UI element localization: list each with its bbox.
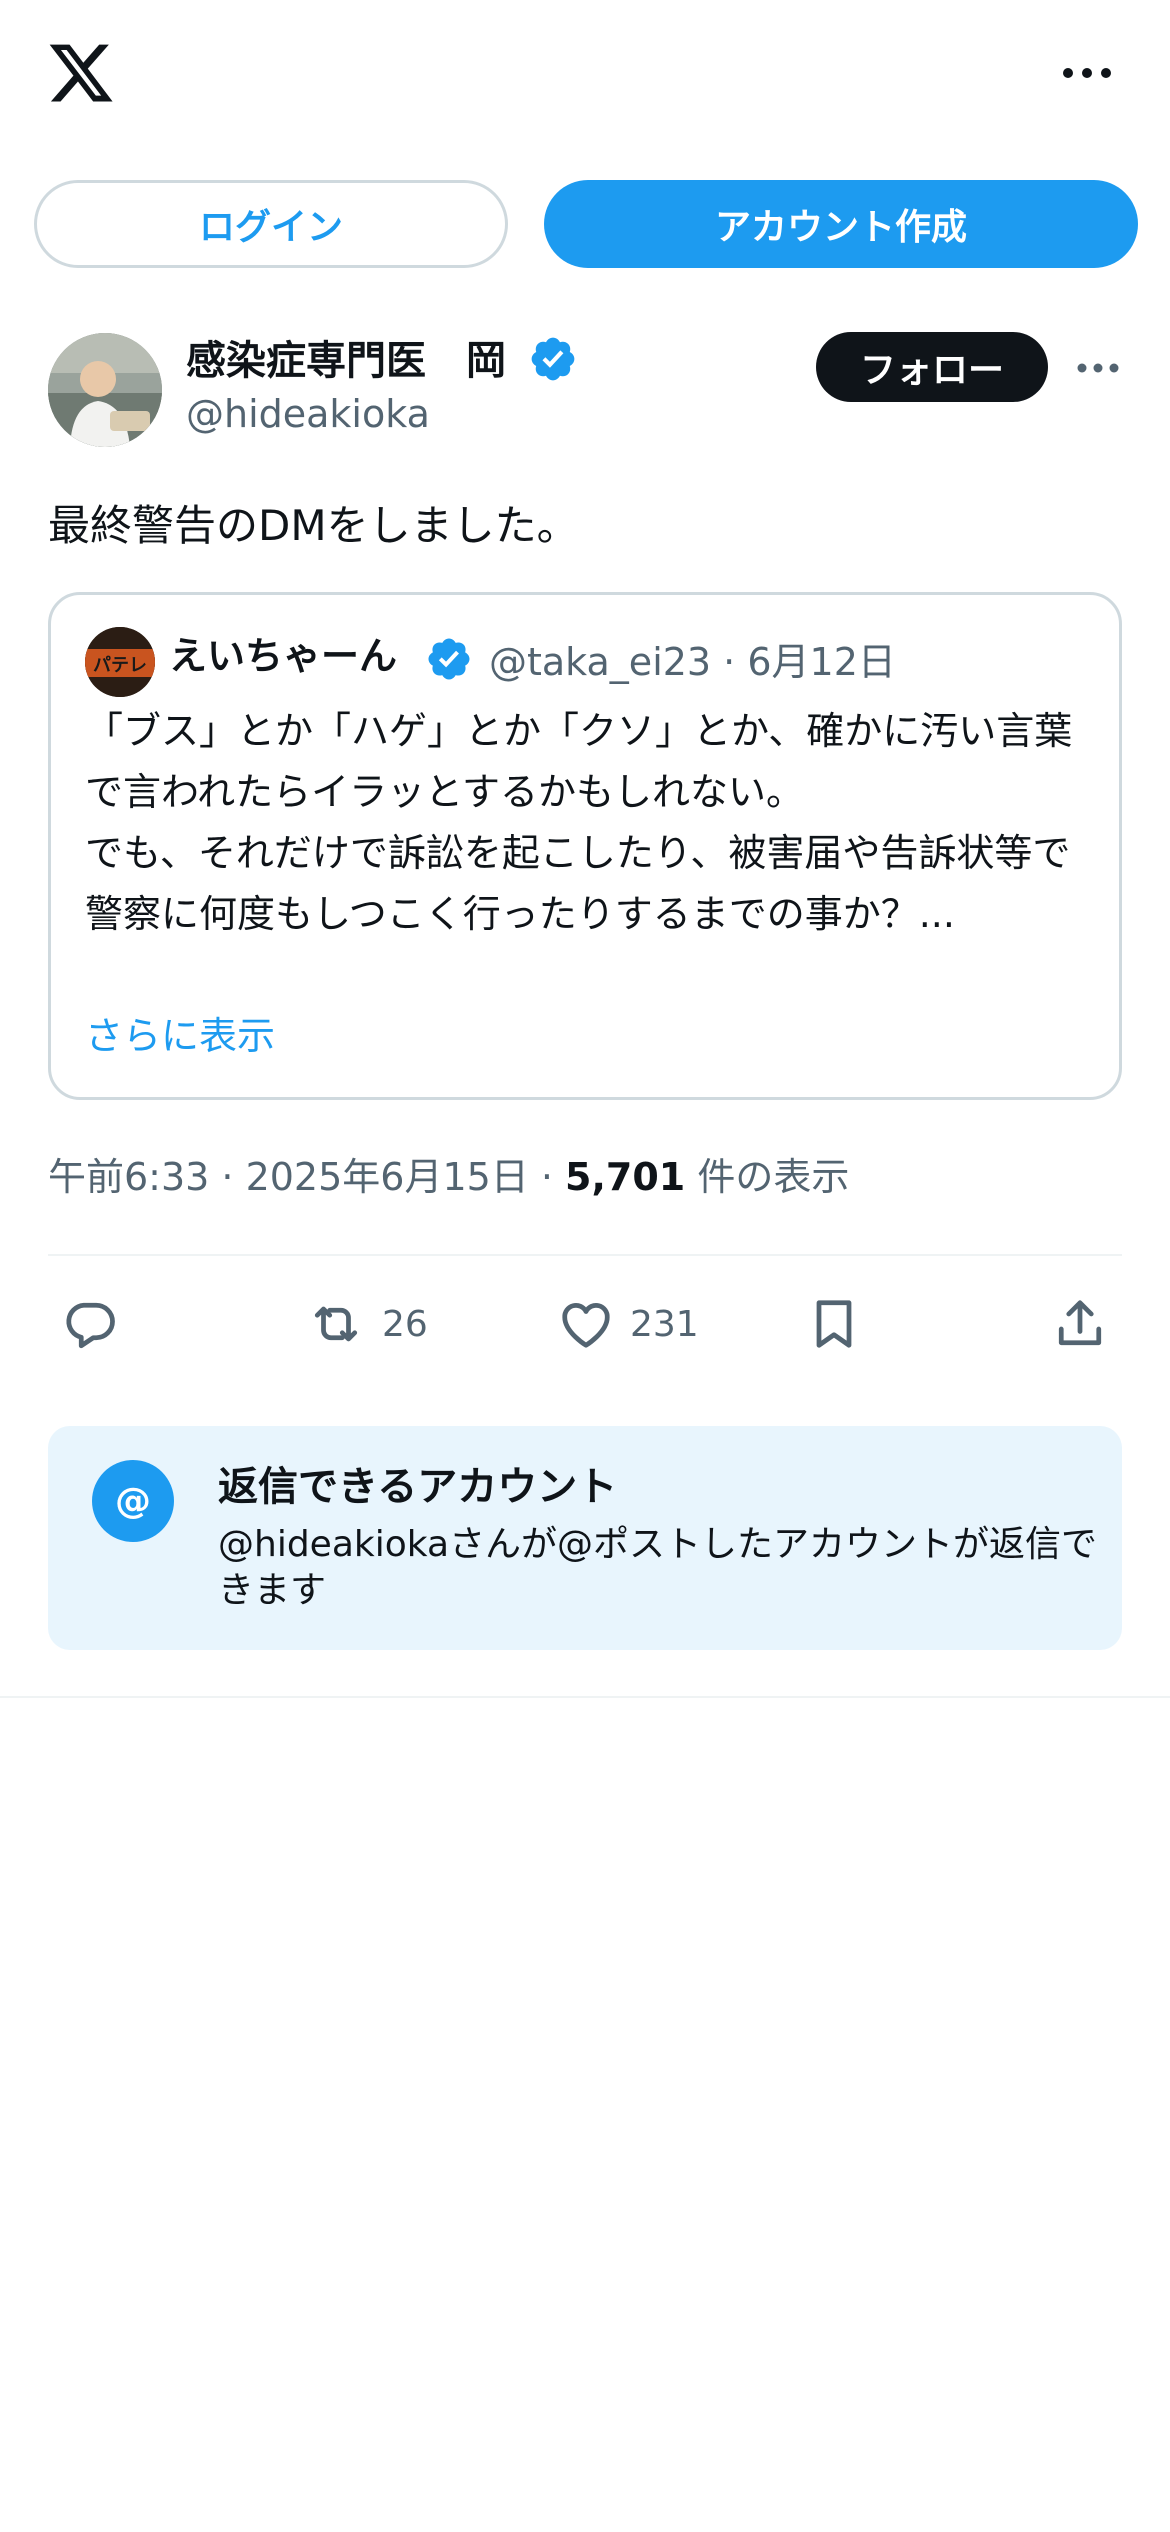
reply-icon[interactable] [60, 1294, 120, 1354]
post-meta: 午前6:33 · 2025年6月15日 · 5,701 件の表示 [48, 1146, 849, 1201]
post-text: 最終警告のDMをしました。 [48, 501, 579, 550]
quoted-avatar-text: パテレ [93, 655, 147, 676]
at-sign-icon: @ [92, 1460, 174, 1542]
author-avatar[interactable] [48, 333, 162, 447]
retweet-count: 26 [382, 1304, 428, 1345]
quoted-post[interactable]: パテレ えいちゃーん @taka_ei23 · 6月12日 「ブス」とか「ハゲ」… [48, 592, 1122, 1100]
post-timestamp[interactable]: 午前6:33 · 2025年6月15日 · [48, 1155, 565, 1199]
verified-badge-icon [531, 337, 575, 381]
like-count: 231 [630, 1304, 699, 1345]
reply-restriction-box: @ 返信できるアカウント @hideakiokaさんが@ポストしたアカウントが返… [48, 1426, 1122, 1650]
quoted-author-name[interactable]: えいちゃーん [169, 625, 397, 680]
x-logo-icon[interactable] [46, 38, 116, 108]
signup-button[interactable]: アカウント作成 [544, 180, 1138, 268]
quoted-text: 「ブス」とか「ハゲ」とか「クソ」とか、確かに汚い言葉で言われたらイラッとするかも… [85, 709, 1073, 936]
like-icon[interactable] [556, 1294, 616, 1354]
share-icon[interactable] [1050, 1294, 1110, 1354]
author-handle[interactable]: @hideakioka [186, 392, 430, 436]
post-more-icon[interactable] [1076, 360, 1120, 376]
view-count: 5,701 [565, 1155, 686, 1199]
divider [48, 1254, 1122, 1256]
follow-button[interactable]: フォロー [816, 332, 1048, 402]
reply-restriction-text: @hideakiokaさんが@ポストしたアカウントが返信できます [218, 1524, 1098, 1611]
login-button[interactable]: ログイン [34, 180, 508, 268]
reply-restriction-title: 返信できるアカウント [218, 1464, 618, 1510]
bookmark-icon[interactable] [804, 1294, 864, 1354]
author-name[interactable]: 感染症専門医 岡 [186, 328, 506, 386]
quoted-avatar[interactable]: パテレ [85, 627, 155, 697]
view-suffix: 件の表示 [685, 1155, 850, 1199]
retweet-icon[interactable] [306, 1294, 366, 1354]
divider [0, 1696, 1170, 1698]
more-horizontal-icon[interactable] [1062, 62, 1112, 84]
quoted-meta: @taka_ei23 · 6月12日 [489, 640, 896, 684]
verified-badge-icon [428, 638, 470, 680]
show-more-link[interactable]: さらに表示 [85, 1005, 275, 1060]
